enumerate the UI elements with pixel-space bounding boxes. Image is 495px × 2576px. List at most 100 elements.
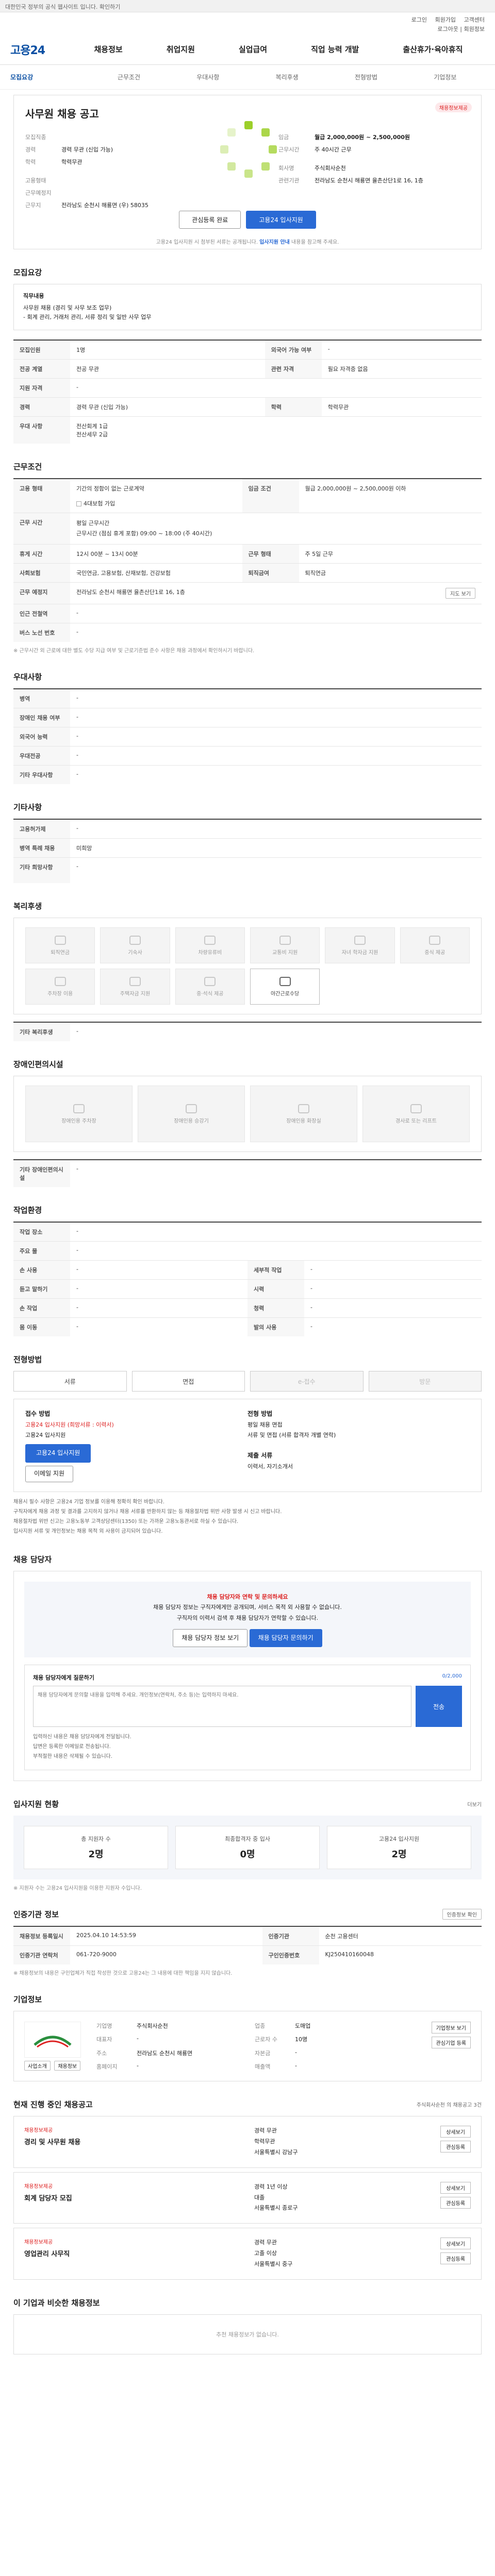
job-title-link[interactable]: 경리 및 사무원 채용 bbox=[24, 2137, 254, 2146]
list-item[interactable]: 채용정보제공 영업관리 사무직 경력 무관 고졸 이상 서울특별시 중구 상세보기 관심… bbox=[13, 2228, 482, 2280]
row-key: 작업 장소 bbox=[13, 1222, 70, 1242]
table-row: 채용정보 등록일시 2025.04.10 14:53:59 인증기관 순천 고용센터 bbox=[13, 1926, 482, 1946]
info-key: 주소 bbox=[96, 2049, 107, 2057]
table-row: 듣고 말하기 - 시력 - bbox=[13, 1279, 482, 1299]
job-interest-button[interactable]: 관심등록 bbox=[440, 2196, 471, 2209]
notice-link[interactable]: 입사지원 안내 bbox=[259, 240, 290, 245]
gov-banner: 대한민국 정부의 공식 웹사이트 입니다. 확인하기 bbox=[0, 0, 495, 12]
recruit-intro: 직무내용 사무원 채용 (경리 및 사무 보조 업무) - 회계 관리, 거래처… bbox=[13, 284, 482, 331]
row-value: - bbox=[70, 603, 482, 623]
table-row: 휴게 시간 12시 00분 ~ 13시 00분 근무 형태 주 5일 근무 bbox=[13, 544, 482, 564]
info-table: 채용정보 등록일시 2025.04.10 14:53:59 인증기관 순천 고용센터 … bbox=[13, 1926, 482, 1964]
house-icon bbox=[129, 976, 141, 986]
inquiry-notes: 입력하신 내용은 채용 담당자에게 전달됩니다. 답변은 등록한 이메일로 전송… bbox=[33, 1732, 462, 1761]
section-title: 기업정보 bbox=[13, 1995, 42, 2004]
apply-button[interactable]: 고용24 입사지원 bbox=[246, 211, 316, 229]
stat-label: 고용24 입사지원 bbox=[378, 1836, 420, 1842]
work-note: ※ 근무시간 외 근로에 대한 별도 수당 지급 여부 및 근로기준법 준수 사… bbox=[13, 648, 255, 654]
inquiry-input[interactable] bbox=[33, 1686, 411, 1727]
company-follow-button[interactable]: 관심기업 등록 bbox=[431, 2037, 471, 2048]
interest-button[interactable]: 관심등록 완료 bbox=[179, 211, 241, 229]
util-signup[interactable]: 회원가입 bbox=[435, 16, 456, 23]
list-item[interactable]: 채용정보제공 회계 담당자 모집 경력 1년 이상 대졸 서울특별시 종로구 상세보기… bbox=[13, 2172, 482, 2224]
row-key: 학력 bbox=[265, 397, 322, 417]
table-row: 기타 우대사항 - bbox=[13, 765, 482, 784]
info-value: 10명 bbox=[295, 2036, 308, 2043]
job-detail-button[interactable]: 상세보기 bbox=[440, 2181, 471, 2194]
cert-button[interactable]: 인증정보 확인 bbox=[442, 1909, 482, 1920]
intro-label: 직무내용 bbox=[23, 293, 44, 299]
gnb-item-benefit[interactable]: 실업급여 bbox=[239, 44, 267, 55]
method-online: e-접수 bbox=[250, 1371, 364, 1392]
tab-recruit[interactable]: 모집요강 bbox=[10, 73, 89, 81]
row-key: 사회보험 bbox=[13, 563, 70, 583]
company-jobs-button[interactable]: 채용정보 bbox=[54, 2061, 81, 2071]
global-nav: 고용24 채용정보 취업지원 실업급여 직업 능력 개발 출산휴가·육아휴직 bbox=[0, 34, 495, 65]
stats-more-link[interactable]: 더보기 bbox=[467, 1800, 482, 1808]
company-logo-icon bbox=[34, 2036, 72, 2048]
job-title-link[interactable]: 회계 담당자 모집 bbox=[24, 2193, 254, 2202]
site-logo[interactable]: 고용24 bbox=[10, 41, 72, 58]
job-title-link[interactable]: 영업관리 사무직 bbox=[24, 2248, 254, 2258]
welfare-item: 중·석식 제공 bbox=[175, 969, 245, 1005]
table-row: 모집인원 1명 외국어 가능 여부 - bbox=[13, 340, 482, 360]
welfare-item: 차량유류비 bbox=[175, 927, 245, 964]
company-detail-button[interactable]: 기업정보 보기 bbox=[431, 2022, 471, 2033]
email-apply-button[interactable]: 이메일 지원 bbox=[25, 1465, 74, 1482]
facility-item: 경사로 또는 리프트 bbox=[362, 1086, 470, 1143]
tab-welfare[interactable]: 복리후생 bbox=[248, 73, 326, 81]
row-key: 손 사용 bbox=[13, 1260, 70, 1280]
row-key: 휴게 시간 bbox=[13, 544, 70, 564]
recommend-empty: 추천 채용정보가 없습니다. bbox=[13, 2314, 482, 2355]
table-row: 인근 전철역 - bbox=[13, 603, 482, 623]
tab-work[interactable]: 근무조건 bbox=[89, 73, 168, 81]
row-value: - bbox=[304, 1260, 482, 1280]
row-value: 1명 bbox=[70, 340, 265, 360]
manager-info-button[interactable]: 채용 담당자 정보 보기 bbox=[173, 1629, 248, 1647]
table-row: 기타 장애인편의시설 - bbox=[13, 1159, 482, 1188]
util-links: 로그인 회원가입 고객센터 bbox=[405, 15, 485, 24]
util-help[interactable]: 고객센터 bbox=[464, 16, 485, 23]
tab-pref[interactable]: 우대사항 bbox=[169, 73, 248, 81]
env-table: 작업 장소 - 주요 물- 손 사용 - 세부적 작업 - 듣고 말하기 - 시력 - 손 작… bbox=[13, 1222, 482, 1337]
list-item[interactable]: 채용정보제공 경리 및 사무원 채용 경력 무관 학력무관 서울특별시 강남구 상세보… bbox=[13, 2116, 482, 2168]
manager-contact-button[interactable]: 채용 담당자 문의하기 bbox=[249, 1629, 322, 1647]
row-value: - bbox=[70, 1022, 482, 1042]
table-row: 장애인 채용 여부 - bbox=[13, 707, 482, 727]
util-login[interactable]: 로그인 bbox=[411, 16, 427, 23]
send-button[interactable]: 전송 bbox=[416, 1686, 462, 1727]
job-detail-button[interactable]: 상세보기 bbox=[440, 2238, 471, 2250]
gnb-item-leave[interactable]: 출산휴가·육아휴직 bbox=[403, 44, 463, 55]
info-value: - bbox=[295, 2048, 297, 2056]
company-intro-button[interactable]: 사업소개 bbox=[24, 2061, 51, 2071]
tab-selection[interactable]: 전형방법 bbox=[326, 73, 405, 81]
selection-apply-button[interactable]: 고용24 입사지원 bbox=[25, 1444, 91, 1463]
gnb-item-training[interactable]: 직업 능력 개발 bbox=[311, 44, 359, 55]
job-tag: 채용정보제공 bbox=[24, 2240, 53, 2246]
job-interest-button[interactable]: 관심등록 bbox=[440, 2252, 471, 2265]
facility-item: 장애인용 화장실 bbox=[250, 1086, 357, 1143]
job-meta: 경력 무관 bbox=[254, 2239, 277, 2246]
util-member[interactable]: 로그아웃 | 회원정보 bbox=[437, 25, 485, 33]
table-row: 주요 물- bbox=[13, 1241, 482, 1261]
gnb-item-support[interactable]: 취업지원 bbox=[167, 44, 195, 55]
job-header: 사무원 채용 공고 채용정보제공 모집직종 경력 경력 무관 (신입 가능) 학력… bbox=[13, 95, 482, 249]
tab-company[interactable]: 기업정보 bbox=[406, 73, 485, 81]
section-title: 이 기업과 비슷한 채용정보 bbox=[13, 2298, 100, 2308]
apply-method-line: 고용24 입사지원 (희망서류 : 이력서) bbox=[25, 1421, 114, 1428]
gnb-item-jobs[interactable]: 채용정보 bbox=[94, 44, 123, 55]
row-key: 병역 bbox=[13, 688, 70, 708]
insurance-value: 4대보험 가입 bbox=[84, 500, 116, 507]
job-interest-button[interactable]: 관심등록 bbox=[440, 2141, 471, 2153]
selection-notes: 채용시 필수 사항은 고용24 기업 정보를 이용해 정확히 확인 바랍니다. … bbox=[13, 1497, 482, 1536]
job-detail-button[interactable]: 상세보기 bbox=[440, 2126, 471, 2138]
wage-value: 월급 2,000,000원 ~ 2,500,000원 bbox=[315, 134, 410, 141]
row-value: 국민연금, 고용보험, 산재보험, 건강보험 bbox=[70, 563, 242, 583]
section-tabs: 모집요강 근무조건 우대사항 복리후생 전형방법 기업정보 bbox=[0, 65, 495, 90]
welfare-item: 기숙사 bbox=[100, 927, 170, 964]
row-key: 시력 bbox=[248, 1279, 304, 1299]
map-button[interactable]: 지도 보기 bbox=[446, 587, 475, 599]
row-value: 전공 무관 bbox=[70, 359, 265, 379]
row-key: 손 작업 bbox=[13, 1298, 70, 1318]
welfare-section: 복리후생 퇴직연금 기숙사 차량유류비 교통비 지원 자녀 학자금 지원 중식 … bbox=[13, 901, 482, 1042]
